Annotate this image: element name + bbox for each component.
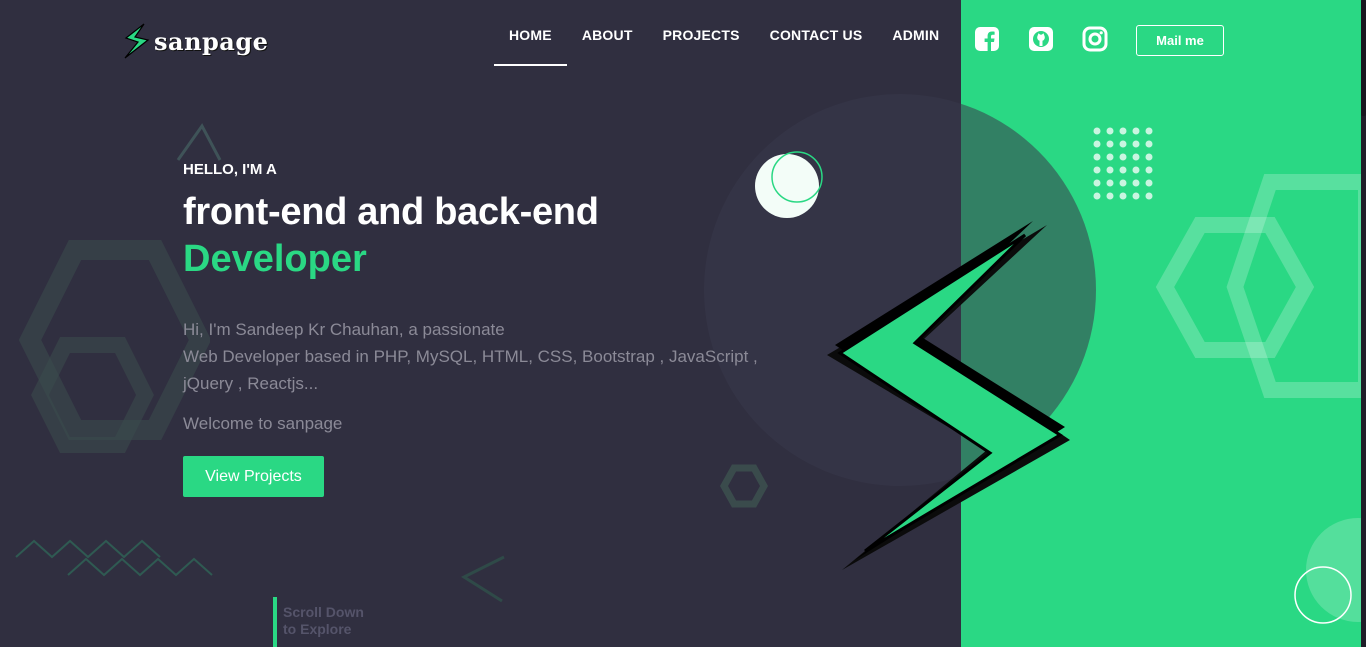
lightning-bolt-illustration [827,221,1070,570]
welcome-text: Welcome to sanpage [183,414,343,433]
nav-about[interactable]: ABOUT [567,27,648,66]
view-projects-button[interactable]: View Projects [183,456,324,497]
hero-headline: front-end and back-end [183,191,599,233]
brand-name: sanpage [154,26,269,56]
bottom-right-circle-decoration [1294,518,1366,624]
scrollbar-thumb[interactable] [1361,0,1366,116]
main-nav: HOME ABOUT PROJECTS CONTACT US ADMIN [494,27,954,66]
intro-line: jQuery , Reactjs... [183,374,319,393]
github-icon[interactable] [1028,26,1054,52]
zigzag-decoration [15,539,213,577]
nav-home[interactable]: HOME [494,27,567,66]
nav-contact-us[interactable]: CONTACT US [755,27,878,66]
hero-eyebrow: HELLO, I'M A [183,161,277,178]
mail-me-button[interactable]: Mail me [1136,25,1224,56]
scroll-down-hint[interactable]: Scroll Down to Explore [273,597,364,647]
scroll-hint-line: Scroll Down [283,604,364,620]
brand-logo[interactable]: sanpage [122,22,268,60]
right-hexagon-decoration [1155,174,1366,398]
hero-headline-accent: Developer [183,238,367,280]
intro-line: Web Developer based in PHP, MySQL, HTML,… [183,347,758,366]
hero-intro: Hi, I'm Sandeep Kr Chauhan, a passionate… [183,316,823,397]
triangle-outline-decoration [176,123,222,161]
lightning-bolt-icon [124,23,150,59]
nav-admin[interactable]: ADMIN [877,27,954,66]
nav-projects[interactable]: PROJECTS [648,27,755,66]
scroll-hint-line: to Explore [283,621,352,637]
intro-line: Hi, I'm Sandeep Kr Chauhan, a passionate [183,320,505,339]
left-hexagon-decoration [18,240,210,453]
instagram-icon[interactable] [1082,26,1108,52]
facebook-icon[interactable] [974,26,1000,52]
chevron-decoration [460,555,505,603]
small-hexagon-decoration [720,464,769,508]
